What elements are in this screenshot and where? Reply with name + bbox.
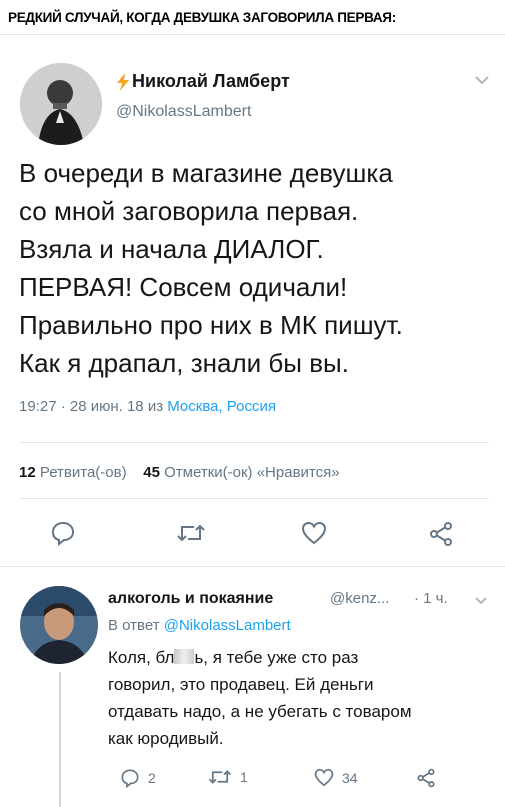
meme-header: РЕДКИЙ СЛУЧАЙ, КОГДА ДЕВУШКА ЗАГОВОРИЛА … (0, 0, 505, 35)
author-avatar[interactable] (20, 63, 102, 145)
retweet-count: 1 (240, 769, 248, 785)
reply-retweet-action[interactable]: 1 (208, 768, 248, 786)
divider (19, 498, 489, 499)
retweet-icon[interactable] (176, 522, 206, 544)
reply-line: отдавать надо, а не убегать с товаром (108, 702, 412, 721)
share-icon[interactable] (416, 768, 436, 788)
reply-line: как юродивый. (108, 729, 224, 748)
heart-icon[interactable] (314, 768, 334, 787)
reply-icon[interactable] (50, 520, 76, 546)
like-count: 34 (342, 769, 358, 786)
likes-label[interactable]: Отметки(-ок) «Нравится» (164, 464, 339, 481)
tweet-line: Как я драпал, знали бы вы. (19, 348, 349, 378)
reply-share-action[interactable] (416, 768, 436, 788)
reply-line: говорил, это продавец. Ей деньги (108, 675, 374, 694)
tweet-line: В очереди в магазине девушка (19, 158, 393, 188)
reply-line: Коля, бл ь, я тебе уже сто раз (108, 644, 412, 671)
reply-handle[interactable]: @kenz... (330, 590, 389, 607)
reply-to: В ответ @NikolassLambert (108, 617, 291, 634)
tweet-meta: 19:27 · 28 июн. 18 из Москва, Россия (19, 398, 276, 415)
reply-display-name[interactable]: алкоголь и покаяние (108, 590, 273, 608)
tweet-line: ПЕРВАЯ! Совсем одичали! (19, 272, 348, 302)
reply-author-avatar[interactable] (20, 586, 98, 664)
reply-count: 2 (148, 770, 156, 786)
tweet-location[interactable]: Москва, Россия (167, 398, 276, 415)
heart-icon[interactable] (301, 521, 327, 545)
reply-to-handle[interactable]: @NikolassLambert (164, 617, 291, 634)
share-icon[interactable] (428, 521, 454, 547)
reply-text: Коля, бл ь, я тебе уже сто раз говорил, э… (108, 644, 412, 752)
tweet-line: Правильно про них в МК пишут. (19, 310, 403, 340)
retweets-count[interactable]: 12 (19, 464, 36, 481)
author-handle[interactable]: @NikolassLambert (116, 103, 251, 121)
tweet-stats: 12 Ретвита(-ов) 45 Отметки(-ок) «Нравитс… (19, 464, 340, 481)
meme-title: РЕДКИЙ СЛУЧАЙ, КОГДА ДЕВУШКА ЗАГОВОРИЛА … (8, 10, 396, 25)
tweet-line: Взяла и начала ДИАЛОГ. (19, 234, 324, 264)
thread-line (59, 672, 61, 807)
reply-reply-action[interactable]: 2 (120, 768, 156, 788)
reply-like-action[interactable]: 34 (314, 768, 358, 787)
likes-count[interactable]: 45 (143, 464, 160, 481)
reply-to-prefix: В ответ (108, 617, 160, 634)
separator (0, 566, 505, 567)
divider (19, 442, 489, 443)
chevron-down-icon[interactable] (474, 596, 488, 606)
author-name-row[interactable]: Николай Ламберт (116, 71, 290, 92)
reply-line1-start: Коля, бл (108, 648, 175, 667)
retweet-icon[interactable] (208, 768, 232, 786)
lightning-bolt-icon (117, 72, 129, 91)
author-display-name[interactable]: Николай Ламберт (132, 71, 290, 92)
chevron-down-icon[interactable] (474, 74, 490, 86)
tweet-text: В очереди в магазине девушка со мной заг… (19, 154, 489, 382)
reply-time[interactable]: · 1 ч. (414, 590, 448, 607)
tweet-line: со мной заговорила первая. (19, 196, 359, 226)
reply-icon[interactable] (120, 768, 140, 788)
retweets-label[interactable]: Ретвита(-ов) (40, 464, 127, 481)
tweet-timestamp[interactable]: 19:27 · 28 июн. 18 из (19, 398, 163, 415)
censored-blur (174, 649, 195, 664)
reply-line1-end: ь, я тебе уже сто раз (194, 648, 359, 667)
